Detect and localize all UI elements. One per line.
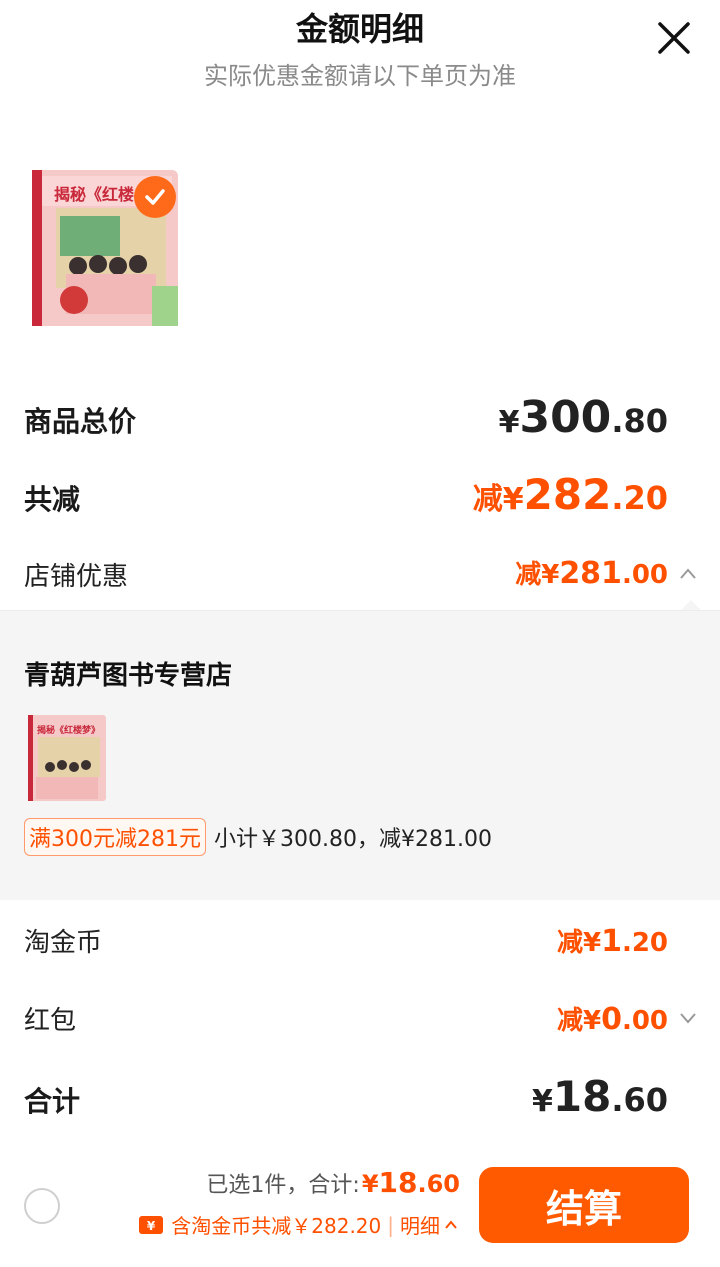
- shop-discount-value: 减¥281.00: [515, 556, 668, 591]
- total-discount-value: 减¥282.20: [472, 470, 668, 519]
- select-all-radio[interactable]: [24, 1188, 60, 1224]
- total-price-value: ¥300.80: [498, 392, 668, 443]
- promo-subtotal: 小计￥300.80，减¥281.00: [213, 827, 492, 852]
- grand-total-label: 合计: [24, 1085, 81, 1118]
- total-discount-label: 共减: [24, 483, 81, 516]
- shop-discount-panel: 青葫芦图书专营店 揭秘《红楼梦》 满300元减281元 小计￥300.80，减¥…: [0, 610, 720, 900]
- selected-check-icon: [134, 176, 176, 218]
- coin-discount-detail-link[interactable]: ¥ 含淘金币共减￥282.20 | 明细: [139, 1210, 458, 1239]
- promo-line: 满300元减281元 小计￥300.80，减¥281.00: [24, 818, 492, 856]
- chevron-up-small-icon: [445, 1219, 457, 1229]
- shop-item-title: 揭秘《红楼梦》: [37, 724, 100, 736]
- detail-link[interactable]: 明细: [400, 1210, 440, 1239]
- total-price-row: 商品总价 ¥300.80: [0, 392, 720, 446]
- shop-item-thumbnail[interactable]: 揭秘《红楼梦》: [28, 715, 106, 801]
- coupon-icon: ¥: [139, 1215, 164, 1234]
- coin-value: 减¥1.20: [556, 924, 668, 959]
- redpack-label: 红包: [24, 1006, 77, 1036]
- shop-discount-row[interactable]: 店铺优惠 减¥281.00: [0, 554, 720, 594]
- svg-text:¥: ¥: [147, 1219, 156, 1233]
- redpack-value: 减¥0.00: [556, 1002, 668, 1037]
- coin-row: 淘金币 减¥1.20: [0, 922, 720, 962]
- promo-tag: 满300元减281元: [24, 818, 206, 856]
- footer-summary: 已选1件，合计: ¥18.60: [206, 1166, 460, 1199]
- total-discount-row: 共减 减¥282.20: [0, 470, 720, 524]
- grand-total-row: 合计 ¥18.60: [0, 1072, 720, 1126]
- shop-name[interactable]: 青葫芦图书专营店: [24, 655, 232, 692]
- page-subtitle: 实际优惠金额请以下单页为准: [204, 62, 516, 90]
- checkout-button[interactable]: 结算: [479, 1167, 689, 1243]
- selected-count-text: 已选1件，合计:: [206, 1173, 360, 1198]
- coin-label: 淘金币: [24, 928, 103, 958]
- divider: |: [387, 1212, 394, 1237]
- close-icon[interactable]: [654, 18, 694, 58]
- checkout-bar: 已选1件，合计: ¥18.60 ¥ 含淘金币共减￥282.20 | 明细 结算: [0, 1150, 720, 1267]
- header: 金额明细 实际优惠金额请以下单页为准: [0, 0, 720, 100]
- coin-discount-text: 含淘金币共减￥282.20: [171, 1214, 382, 1238]
- redpack-row[interactable]: 红包 减¥0.00: [0, 1000, 720, 1040]
- total-price-label: 商品总价: [24, 405, 137, 438]
- footer-total-value: ¥18.60: [361, 1166, 460, 1199]
- cover-title: 揭秘《红楼: [54, 185, 134, 204]
- chevron-down-icon[interactable]: [678, 1008, 698, 1028]
- shop-discount-label: 店铺优惠: [24, 562, 129, 592]
- page-title: 金额明细: [295, 10, 424, 48]
- grand-total-value: ¥18.60: [531, 1072, 668, 1121]
- chevron-up-icon[interactable]: [678, 564, 698, 584]
